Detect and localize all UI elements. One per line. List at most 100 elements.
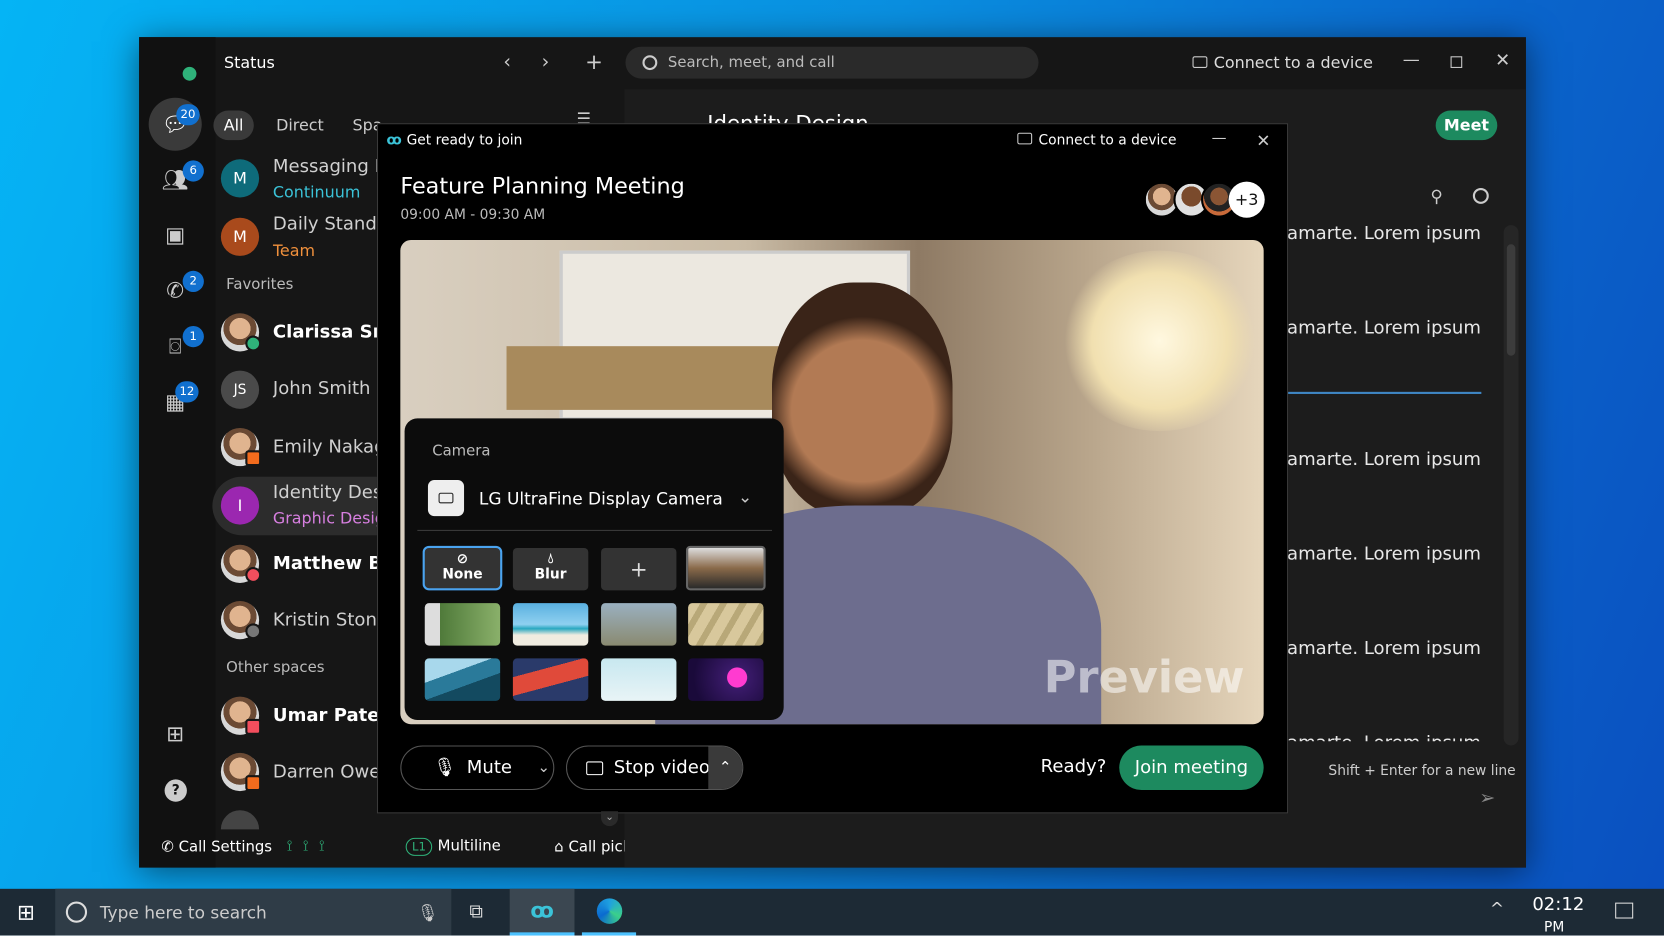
windows-start-icon[interactable]: ⊞ <box>17 899 35 924</box>
background-neon[interactable] <box>688 658 764 701</box>
mute-label: Mute <box>466 757 513 779</box>
background-forest[interactable] <box>424 603 501 646</box>
meet-button[interactable]: Meet <box>1435 110 1498 141</box>
edge-taskbar-icon[interactable] <box>581 889 637 936</box>
divider <box>417 529 773 531</box>
search-space-icon[interactable] <box>1472 187 1489 204</box>
avatar: I <box>220 486 260 525</box>
dialog-titlebar: ꝏ Get ready to join <box>387 133 523 149</box>
message-text: amarte. Lorem ipsum <box>1287 733 1481 741</box>
background-office[interactable] <box>685 545 766 591</box>
team-name: Graphic Design <box>272 508 377 528</box>
chevron-down-icon[interactable]: ⌄ <box>738 486 752 506</box>
none-icon: ⊘ <box>456 551 469 568</box>
dialog-connect-device[interactable]: Connect to a device <box>1017 132 1176 149</box>
corkboard <box>506 346 783 410</box>
camera-device-select[interactable]: LG UltraFine Display Camera <box>479 488 723 508</box>
status-dot[interactable] <box>182 66 197 81</box>
voicemail-badge: 1 <box>182 326 204 348</box>
scrollbar-thumb[interactable] <box>1506 244 1516 356</box>
contact-name: Darren Owen <box>272 761 377 783</box>
more-participants[interactable]: +3 <box>1228 181 1265 218</box>
chevron-up-icon[interactable]: ⌃ <box>708 746 743 789</box>
new-icon[interactable]: + <box>585 49 603 74</box>
filter-direct[interactable]: Direct <box>276 116 324 135</box>
search-icon <box>642 55 658 71</box>
preview-label: Preview <box>1043 650 1245 703</box>
favorites-header: Favorites <box>226 276 294 294</box>
dialog-close-button[interactable]: ✕ <box>1256 131 1270 151</box>
new-messages-divider <box>1287 391 1482 394</box>
filter-all[interactable]: All <box>213 110 254 141</box>
background-none[interactable]: ⊘ None <box>422 545 503 591</box>
cortana-icon <box>65 901 88 923</box>
close-button[interactable]: ✕ <box>1495 50 1510 71</box>
background-3d-room[interactable] <box>601 658 677 701</box>
apps-icon[interactable]: ⊞ <box>159 718 191 750</box>
search-placeholder: Search, meet, and call <box>667 54 835 72</box>
maximize-button[interactable] <box>1450 56 1463 68</box>
space-name: Identity Desi <box>272 482 377 504</box>
background-shadows[interactable] <box>688 603 764 646</box>
blur-drop-icon: 💧︎ <box>547 551 554 568</box>
scrollbar[interactable] <box>1503 225 1519 746</box>
help-icon[interactable]: ? <box>164 779 187 802</box>
microphone-icon[interactable]: 🎙︎ <box>417 902 439 922</box>
space-name: Daily Stand U <box>272 213 377 235</box>
taskbar-search[interactable]: Type here to search 🎙︎ <box>55 888 452 936</box>
dialog-minimize-button[interactable]: — <box>1212 130 1227 147</box>
send-icon[interactable]: ➢ <box>1479 787 1495 809</box>
multiline-label: Multiline <box>437 837 501 855</box>
avatar: M <box>220 217 260 256</box>
dnd-status-icon <box>245 567 262 583</box>
call-settings-label: Call Settings <box>178 838 273 856</box>
clock-ampm[interactable]: PM <box>1544 920 1564 936</box>
background-blur[interactable]: 💧︎ Blur <box>512 547 589 591</box>
message-text: amarte. Lorem ipsum <box>1287 317 1481 339</box>
webex-taskbar-icon[interactable]: ꝏ <box>509 888 575 936</box>
avatar: M <box>220 159 260 198</box>
phone-gear-icon: ✆ <box>161 838 179 856</box>
status-label[interactable]: Status <box>224 53 275 72</box>
forward-icon[interactable]: › <box>542 51 550 73</box>
message-text: amarte. Lorem ipsum <box>1287 449 1481 471</box>
pin-icon[interactable]: ⚲ <box>1430 186 1442 206</box>
connect-device-button[interactable]: Connect to a device <box>1192 53 1373 72</box>
background-beach[interactable] <box>512 603 589 646</box>
back-icon[interactable]: ‹ <box>503 51 511 73</box>
video-camera-icon <box>586 760 604 775</box>
camera-icon <box>427 479 465 517</box>
contacts-icon[interactable]: ▣ <box>159 219 191 251</box>
messaging-badge: 20 <box>176 104 200 126</box>
taskbar-search-placeholder: Type here to search <box>99 902 267 923</box>
notification-center-icon[interactable] <box>1615 902 1634 919</box>
call-settings-button[interactable]: ✆ Call Settings <box>161 839 272 856</box>
background-abstract[interactable] <box>512 658 589 701</box>
call-status-icons[interactable]: ⟟⟟⟟ <box>287 838 335 855</box>
lamp <box>1058 250 1261 432</box>
microphone-icon: 🎙︎ <box>433 757 457 779</box>
avatar: JS <box>220 370 260 409</box>
mute-button[interactable]: 🎙︎ Mute ⌄ <box>400 745 555 791</box>
task-view-icon[interactable]: ⧉ <box>469 900 483 922</box>
chevron-down-icon[interactable]: ⌄ <box>538 759 550 776</box>
multiline-button[interactable]: L1 Multiline <box>405 837 501 856</box>
team-name: Continuum <box>272 182 361 202</box>
webex-logo-icon: ꝏ <box>386 132 407 149</box>
background-blurred-landscape[interactable] <box>601 603 677 646</box>
minimize-button[interactable]: — <box>1403 49 1420 69</box>
search-input[interactable]: Search, meet, and call <box>625 46 1039 79</box>
contact-name: Matthew Ba <box>272 553 377 575</box>
contact-name: John Smith <box>272 378 371 400</box>
calendar-status-icon <box>245 775 262 792</box>
join-meeting-button[interactable]: Join meeting <box>1119 745 1264 791</box>
clock-time[interactable]: 02:12 <box>1532 894 1584 915</box>
stop-video-button[interactable]: Stop video ⌃ <box>565 745 744 791</box>
background-mountains[interactable] <box>424 658 501 701</box>
add-background-button[interactable]: + <box>601 547 677 591</box>
show-hidden-icons[interactable]: ^ <box>1490 898 1504 918</box>
message-text: amarte. Lorem ipsum <box>1287 638 1481 660</box>
message-text: amarte. Lorem ipsum <box>1287 222 1481 245</box>
stop-video-label: Stop video <box>613 757 710 779</box>
camera-heading: Camera <box>432 442 491 460</box>
